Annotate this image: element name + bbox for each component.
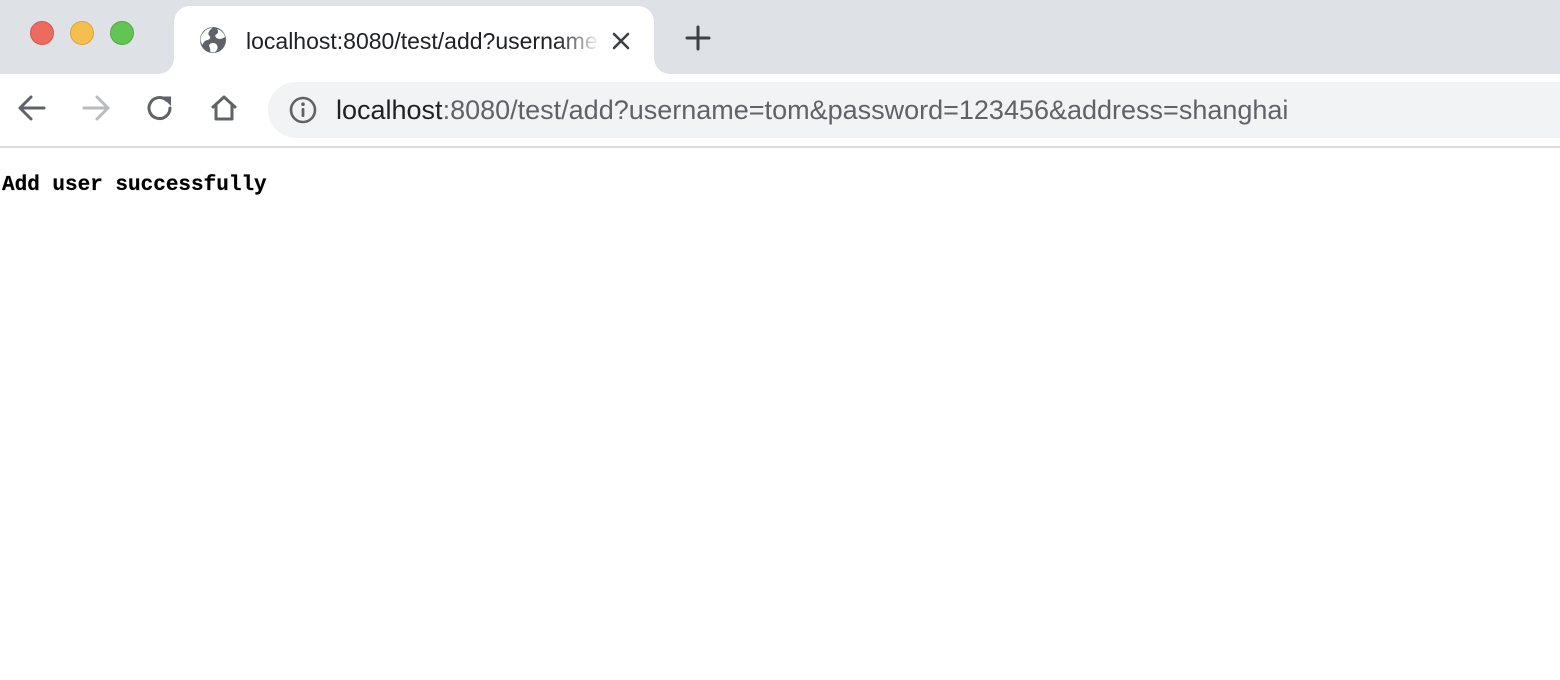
address-bar[interactable]: localhost:8080/test/add?username=tom&pas… <box>268 82 1560 138</box>
info-icon[interactable] <box>288 95 318 125</box>
home-button[interactable] <box>206 92 242 128</box>
reload-icon <box>144 92 176 129</box>
plus-icon <box>684 24 712 57</box>
arrow-left-icon <box>16 92 48 129</box>
forward-button[interactable] <box>78 92 114 128</box>
url-host: localhost <box>336 95 443 125</box>
url-text[interactable]: localhost:8080/test/add?username=tom&pas… <box>336 94 1288 126</box>
window-maximize-button[interactable] <box>110 21 134 45</box>
active-tab[interactable]: localhost:8080/test/add?username=tom&pas… <box>174 6 654 74</box>
browser-toolbar: localhost:8080/test/add?username=tom&pas… <box>0 74 1560 148</box>
reload-button[interactable] <box>142 92 178 128</box>
url-path: :8080/test/add?username=tom&password=123… <box>442 95 1289 125</box>
tab-title: localhost:8080/test/add?username=tom&pas… <box>246 28 600 54</box>
close-icon[interactable] <box>608 28 634 54</box>
arrow-right-icon <box>80 92 112 129</box>
home-icon <box>208 92 240 129</box>
window-minimize-button[interactable] <box>70 21 94 45</box>
success-message: Add user successfully <box>2 174 267 197</box>
globe-icon <box>198 25 228 55</box>
window-close-button[interactable] <box>30 21 54 45</box>
browser-window: localhost:8080/test/add?username=tom&pas… <box>0 0 1560 680</box>
page-content: Add user successfully <box>0 148 1560 680</box>
back-button[interactable] <box>14 92 50 128</box>
tab-strip: localhost:8080/test/add?username=tom&pas… <box>0 0 1560 74</box>
new-tab-button[interactable] <box>682 24 714 56</box>
